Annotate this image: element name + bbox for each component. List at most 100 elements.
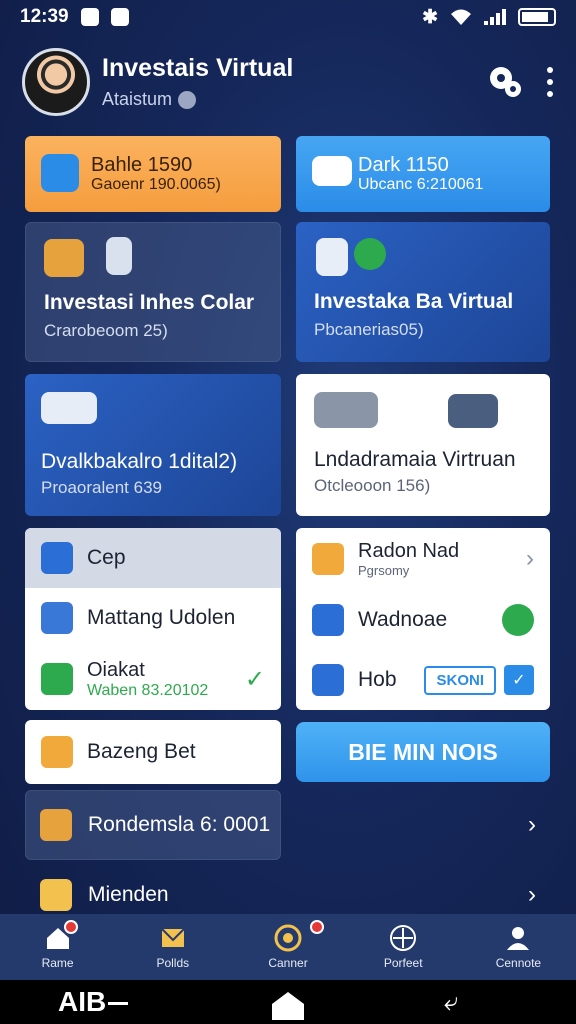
- bank-card-left[interactable]: Bahle 1590 Gaoenr 190.0065): [25, 136, 281, 212]
- chevron-right-icon: ›: [528, 881, 536, 908]
- list-card-left: Cep Mattang Udolen Oiakat Waben 83.20102…: [25, 528, 281, 710]
- notification-badge: [310, 920, 325, 934]
- tag-icon: [312, 604, 344, 636]
- dival-sub: Proaoralent 639: [41, 478, 162, 497]
- card-icon: [41, 542, 73, 574]
- status-bar: 12:39 ✱: [0, 0, 576, 34]
- lndap-sub: Otcleooon 156): [314, 476, 431, 495]
- back-icon[interactable]: ⤶: [444, 986, 459, 1018]
- lndap-title: Lndadramaia Virtruan: [314, 448, 516, 471]
- lock-icon: [80, 8, 99, 26]
- invest-left-title: Investasi Inhes Colar: [44, 291, 255, 314]
- list-left-header[interactable]: Cep: [25, 528, 281, 588]
- chevron-right-icon: ›: [526, 545, 534, 572]
- nav-label: Cennote: [495, 956, 542, 970]
- list-item[interactable]: Wadnoae: [296, 590, 550, 650]
- checkbox[interactable]: ✓: [504, 665, 534, 695]
- dival-title: Dvalkbakalro 1dital2): [41, 450, 238, 473]
- rondemsla-label: Rondemsla 6: 0001: [88, 813, 271, 836]
- building-icon: [41, 602, 73, 634]
- signal-icon: [484, 9, 506, 25]
- recents-icon[interactable]: [108, 1002, 128, 1005]
- nav-label: Canner: [268, 956, 308, 970]
- envelope-icon: [161, 928, 185, 947]
- home-button-icon[interactable]: [270, 988, 306, 1020]
- notebook-icon: [312, 543, 344, 575]
- delivery-truck-icon: [314, 392, 378, 428]
- chart-icon: [316, 238, 348, 276]
- chart-icon: [40, 879, 72, 911]
- bank-right-sub: Ubcanc 6:210061: [358, 176, 484, 193]
- dival-card[interactable]: Dvalkbakalro 1dital2) Proaoralent 639: [25, 374, 281, 516]
- list-item-label: Radon Nad: [358, 540, 460, 562]
- avatar[interactable]: [22, 48, 90, 116]
- bank-left-sub: Gaoenr 190.0065): [91, 176, 221, 193]
- wallet-icon: [41, 736, 73, 768]
- bluetooth-icon: ✱: [422, 6, 438, 28]
- subtitle: Ataistum: [102, 89, 173, 109]
- nav-canner[interactable]: Canner: [230, 914, 345, 980]
- chevron-right-icon: ›: [528, 811, 536, 838]
- bank-right-title: Dark 1150: [358, 154, 449, 176]
- list-left-header-label: Cep: [87, 546, 126, 569]
- truck-icon: [312, 664, 344, 696]
- cloud-icon: [110, 8, 129, 26]
- list-item-label: Mattang Udolen: [87, 606, 236, 629]
- whatsapp-icon[interactable]: [502, 604, 534, 636]
- bottom-navigation: Rame Pollds Canner Porfeet Cennote: [0, 914, 576, 980]
- nav-label: Pollds: [156, 956, 190, 970]
- info-icon: [178, 90, 197, 109]
- invest-card-right[interactable]: Investaka Ba Virtual Pbcanerias05): [296, 222, 550, 362]
- wifi-icon: [451, 9, 471, 25]
- system-nav-text: AIB: [58, 986, 107, 1017]
- list-item[interactable]: Hob SKONI ✓: [296, 650, 550, 710]
- list-item[interactable]: Radon Nad Pgrsomy ›: [296, 528, 550, 590]
- car-icon: [448, 394, 498, 428]
- list-item[interactable]: Oiakat Waben 83.20102 ✓: [25, 648, 281, 710]
- app-title: Investais Virtual: [102, 54, 294, 82]
- user-icon: [507, 927, 530, 950]
- nav-home[interactable]: Rame: [0, 914, 115, 980]
- notification-badge: [64, 920, 78, 934]
- wallet-icon: [312, 156, 352, 186]
- nav-label: Porfeet: [383, 956, 423, 970]
- list-item-sub: Pgrsomy: [358, 563, 410, 578]
- nav-label: Rame: [41, 956, 74, 970]
- bazeng-label: Bazeng Bet: [87, 740, 196, 763]
- phone-icon: [106, 237, 132, 275]
- invest-left-sub: Crarobeoom 25): [44, 321, 168, 340]
- checkmark-icon: ✓: [244, 665, 265, 693]
- document-icon: [40, 809, 72, 841]
- list-card-right: Radon Nad Pgrsomy › Wadnoae Hob SKONI ✓: [296, 528, 550, 710]
- invest-right-sub: Pbcanerias05): [314, 320, 424, 339]
- nav-cennote[interactable]: Cennote: [461, 914, 576, 980]
- lndap-card[interactable]: Lndadramaia Virtruan Otcleooon 156): [296, 374, 550, 516]
- gear-cluster-icon: [44, 239, 84, 277]
- bazeng-card[interactable]: Bazeng Bet: [25, 720, 281, 784]
- compass-icon: [390, 925, 417, 951]
- bank-card-right[interactable]: Dark 1150 Ubcanc 6:210061: [296, 136, 550, 212]
- mienden-label: Mienden: [88, 883, 169, 906]
- invest-card-left[interactable]: Investasi Inhes Colar Crarobeoom 25): [25, 222, 281, 362]
- list-item[interactable]: Mattang Udolen: [25, 588, 281, 648]
- list-item-label: Oiakat: [87, 658, 145, 681]
- battery-icon: [518, 8, 556, 26]
- invest-right-title: Investaka Ba Virtual: [314, 290, 514, 313]
- nav-porfeet[interactable]: Porfeet: [346, 914, 461, 980]
- check-circle-icon: [354, 238, 386, 270]
- primary-cta-button[interactable]: BIE MIN NOIS: [296, 722, 550, 782]
- truck-icon: [41, 392, 97, 424]
- document-icon: [41, 663, 73, 695]
- tag-badge[interactable]: SKONI: [424, 665, 496, 695]
- rondemsla-row[interactable]: Rondemsla 6: 0001 ›: [24, 790, 552, 860]
- list-item-sub: Waben 83.20102: [87, 681, 209, 699]
- status-time: 12:39: [20, 6, 69, 27]
- list-item-label: Hob: [358, 668, 397, 691]
- profile-header: Investais Virtual Ataistum: [22, 44, 554, 120]
- bank-left-title: Bahle 1590: [91, 154, 193, 176]
- more-options-button[interactable]: [546, 67, 554, 97]
- settings-button[interactable]: [486, 63, 524, 101]
- system-navigation-bar: AIB ⤶: [0, 980, 576, 1024]
- nav-pollds[interactable]: Pollds: [115, 914, 230, 980]
- checklist-icon: [41, 154, 79, 192]
